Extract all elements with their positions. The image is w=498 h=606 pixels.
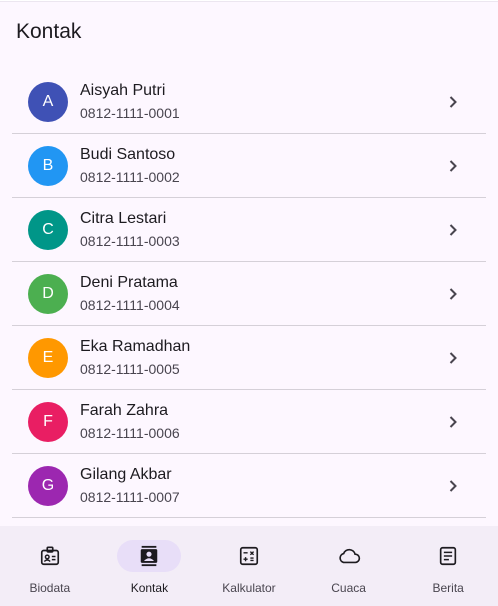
contact-phone: 0812-1111-0001 — [80, 105, 180, 121]
avatar: B — [28, 145, 68, 186]
nav-item-berita[interactable]: Berita — [398, 526, 498, 606]
contact-list: A Aisyah Putri 0812-1111-0001 B Budi San… — [12, 70, 486, 518]
chevron-right-icon — [446, 159, 460, 173]
avatar: F — [28, 401, 68, 442]
contact-name: Eka Ramadhan — [80, 338, 191, 355]
contact-phone: 0812-1111-0005 — [80, 361, 180, 377]
chevron-right-icon — [446, 287, 460, 301]
avatar: E — [28, 337, 68, 378]
contact-book-icon — [138, 545, 160, 567]
badge-icon — [39, 545, 61, 567]
contact-name: Gilang Akbar — [80, 466, 172, 483]
nav-label: Kalkulator — [222, 581, 276, 595]
contact-name: Budi Santoso — [80, 146, 176, 163]
contact-row[interactable]: D Deni Pratama 0812-1111-0004 — [12, 262, 486, 326]
chevron-right-icon — [446, 95, 460, 109]
contact-phone: 0812-1111-0006 — [80, 425, 180, 441]
chevron-right-icon — [446, 479, 460, 493]
article-icon — [437, 545, 459, 567]
contact-text: Deni Pratama 0812-1111-0004 — [80, 272, 180, 315]
contact-text: Budi Santoso 0812-1111-0002 — [80, 144, 180, 187]
calculator-icon — [238, 545, 260, 567]
bottom-navigation: Biodata Kontak Kalkulator Cuaca Berita — [0, 526, 498, 606]
page-title: Kontak — [16, 20, 82, 43]
chevron-right-icon — [446, 415, 460, 429]
contact-text: Aisyah Putri 0812-1111-0001 — [80, 80, 180, 123]
contact-text: Gilang Akbar 0812-1111-0007 — [80, 464, 180, 507]
contact-text: Citra Lestari 0812-1111-0003 — [80, 208, 180, 251]
app-bar: Kontak — [0, 3, 498, 61]
contact-name: Aisyah Putri — [80, 82, 166, 99]
avatar: G — [28, 465, 68, 506]
nav-item-kalkulator[interactable]: Kalkulator — [199, 526, 299, 606]
contact-row[interactable]: G Gilang Akbar 0812-1111-0007 — [12, 454, 486, 518]
nav-label: Berita — [432, 581, 464, 595]
nav-item-cuaca[interactable]: Cuaca — [299, 526, 399, 606]
chevron-right-icon — [446, 351, 460, 365]
contact-row[interactable]: B Budi Santoso 0812-1111-0002 — [12, 134, 486, 198]
nav-indicator — [18, 540, 82, 572]
contact-name: Deni Pratama — [80, 274, 178, 291]
contact-name: Farah Zahra — [80, 402, 169, 419]
contact-phone: 0812-1111-0002 — [80, 169, 180, 185]
avatar-initial: E — [42, 348, 54, 366]
avatar-initial: C — [42, 220, 54, 238]
avatar-initial: B — [42, 156, 54, 174]
nav-label: Cuaca — [331, 581, 366, 595]
contact-text: Eka Ramadhan 0812-1111-0005 — [80, 336, 190, 379]
contact-row[interactable]: F Farah Zahra 0812-1111-0006 — [12, 390, 486, 454]
nav-indicator — [117, 540, 182, 572]
contact-phone: 0812-1111-0003 — [80, 233, 180, 249]
avatar-initial: G — [41, 476, 55, 494]
nav-indicator — [217, 540, 281, 572]
contact-row[interactable]: C Citra Lestari 0812-1111-0003 — [12, 198, 486, 262]
avatar-initial: A — [42, 92, 54, 110]
contact-row[interactable]: A Aisyah Putri 0812-1111-0001 — [12, 70, 486, 134]
nav-indicator — [416, 540, 480, 572]
nav-label: Kontak — [130, 581, 169, 595]
contact-name: Citra Lestari — [80, 210, 167, 227]
chevron-right-icon — [446, 223, 460, 237]
nav-item-kontak[interactable]: Kontak — [100, 526, 200, 606]
avatar: C — [28, 209, 68, 250]
contact-row[interactable]: E Eka Ramadhan 0812-1111-0005 — [12, 326, 486, 390]
avatar-initial: D — [42, 284, 54, 302]
avatar: D — [28, 273, 68, 314]
nav-indicator — [317, 540, 381, 572]
nav-label: Biodata — [29, 581, 71, 595]
cloud-icon — [336, 545, 362, 567]
contact-phone: 0812-1111-0004 — [80, 297, 180, 313]
avatar: A — [28, 81, 68, 122]
avatar-initial: F — [43, 412, 53, 430]
contact-phone: 0812-1111-0007 — [80, 489, 180, 505]
nav-item-biodata[interactable]: Biodata — [0, 526, 100, 606]
contact-text: Farah Zahra 0812-1111-0006 — [80, 400, 180, 443]
top-border — [0, 0, 498, 2]
